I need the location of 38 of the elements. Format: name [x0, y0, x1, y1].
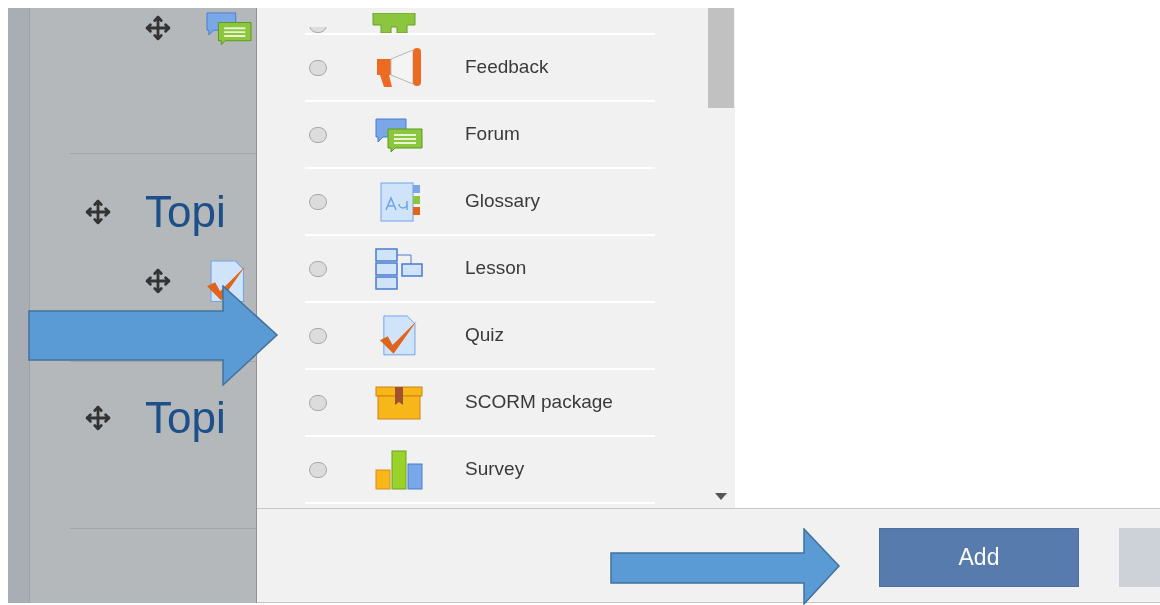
scrollbar-thumb[interactable] [708, 8, 734, 108]
chat-bubbles-icon [375, 116, 423, 153]
activity-option[interactable]: Lesson [305, 236, 655, 303]
radio-button[interactable] [309, 327, 327, 344]
activity-option[interactable]: Quiz [305, 303, 655, 370]
chat-bubbles-icon [206, 10, 252, 46]
activity-option[interactable]: Feedback [305, 35, 655, 102]
topic-title: Topi [145, 396, 226, 440]
radio-button[interactable] [309, 394, 327, 411]
flowchart-icon [375, 247, 423, 290]
activity-option[interactable]: Survey [305, 437, 655, 504]
topic-title: Topi [145, 189, 226, 234]
activity-label: Lesson [465, 256, 527, 281]
radio-button[interactable] [309, 193, 327, 210]
activity-label: Feedback [465, 55, 549, 80]
move-icon[interactable] [145, 15, 171, 41]
activity-label: Glossary [465, 189, 540, 214]
activity-label: Survey [465, 457, 525, 482]
scroll-down-icon[interactable] [715, 493, 727, 500]
activity-option[interactable]: Glossary [305, 169, 655, 236]
megaphone-icon [375, 46, 423, 89]
radio-button[interactable] [309, 461, 327, 478]
radio-button[interactable] [309, 59, 327, 76]
bar-chart-icon [375, 449, 423, 490]
add-button[interactable]: Add [879, 528, 1079, 587]
activity-label: Quiz [465, 323, 505, 348]
package-box-icon [375, 385, 423, 420]
move-icon[interactable] [145, 268, 171, 294]
radio-button[interactable] [309, 260, 327, 277]
activity-label: Forum [465, 122, 520, 147]
puzzle-piece-icon [371, 13, 417, 33]
move-icon[interactable] [85, 198, 111, 225]
move-icon[interactable] [85, 405, 111, 431]
activity-option[interactable]: SCORM package [305, 370, 655, 437]
activity-label: SCORM package [465, 390, 613, 415]
glossary-book-icon [377, 181, 421, 222]
activity-option[interactable]: Forum [305, 102, 655, 169]
radio-button[interactable] [309, 126, 327, 143]
